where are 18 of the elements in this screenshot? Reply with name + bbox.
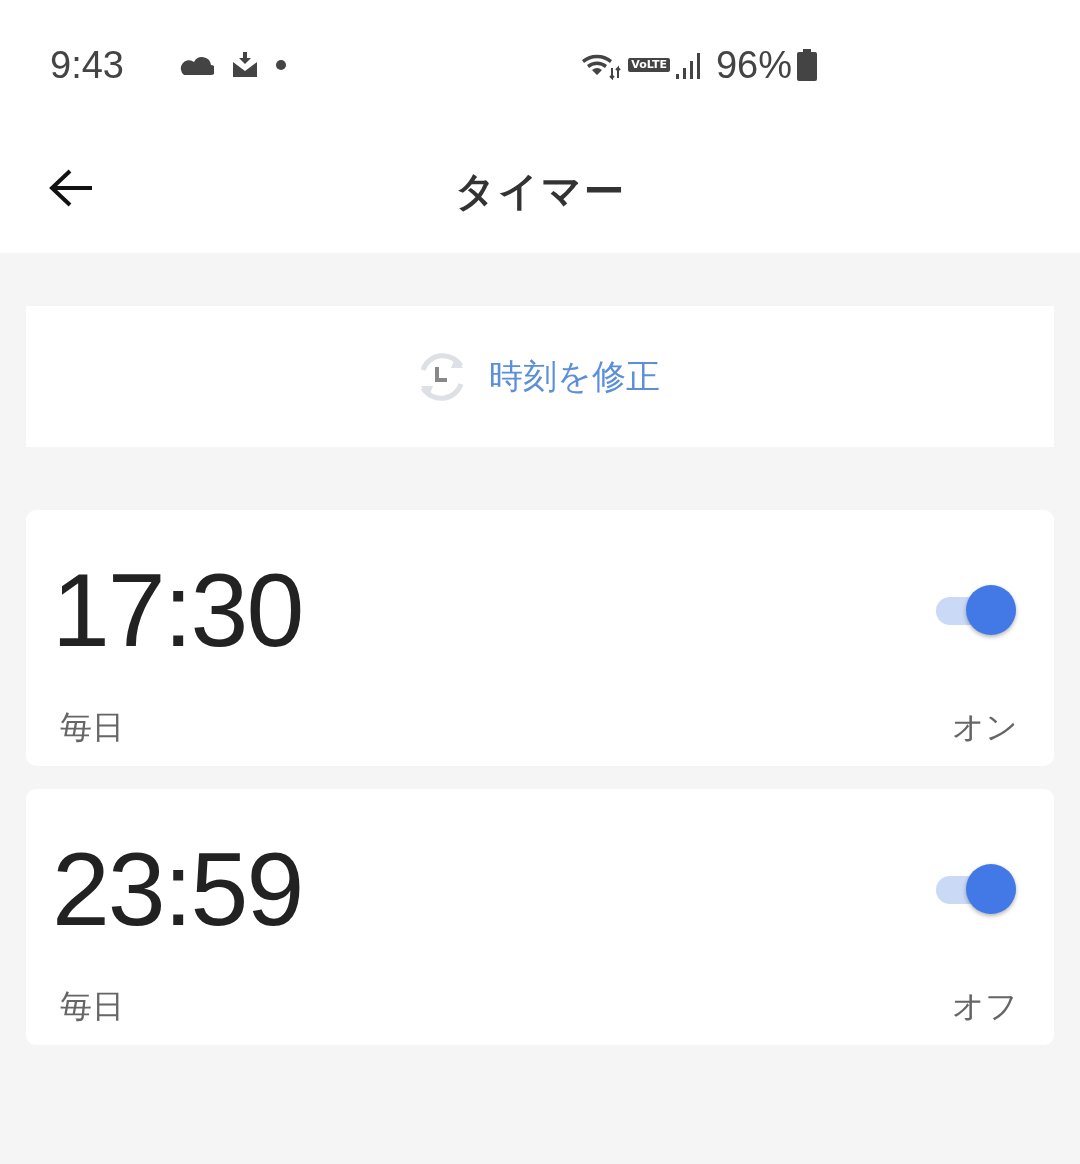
cloud-icon	[180, 55, 214, 75]
timer-time: 17:30	[52, 550, 303, 670]
toggle-switch[interactable]	[934, 585, 1018, 635]
timer-time: 23:59	[52, 829, 303, 949]
action-label: オン	[952, 707, 1018, 748]
repeat-label: 毎日	[60, 707, 124, 748]
network-badge: VoLTE	[628, 58, 670, 72]
toggle-switch[interactable]	[934, 864, 1018, 914]
back-arrow-icon	[48, 168, 94, 208]
status-time: 9:43	[50, 43, 125, 87]
battery-icon	[796, 49, 818, 81]
mail-download-icon	[232, 52, 258, 78]
dot-icon	[276, 60, 286, 70]
battery-percent: 96%	[715, 43, 792, 87]
action-label: オフ	[952, 986, 1018, 1027]
repeat-label: 毎日	[60, 986, 124, 1027]
screen-title: タイマー	[454, 167, 626, 216]
sync-time-button[interactable]: 時刻を修正	[26, 306, 1054, 447]
